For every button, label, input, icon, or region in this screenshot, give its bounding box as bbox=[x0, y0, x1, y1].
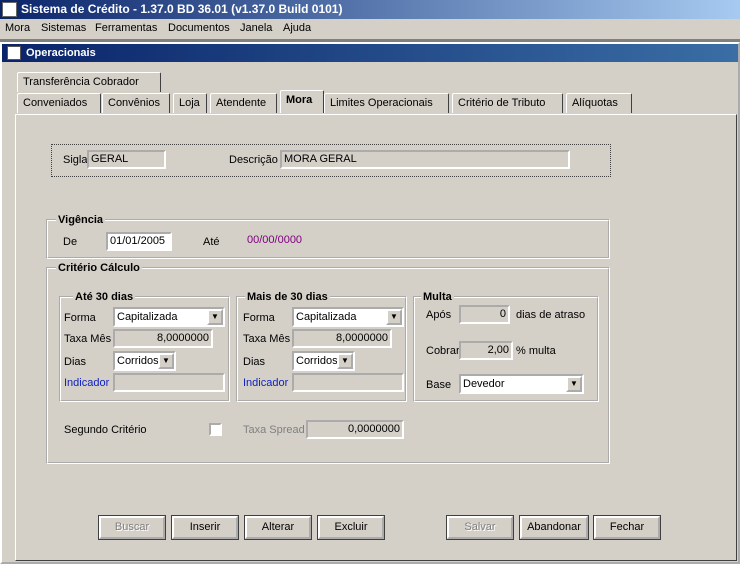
multa-apos-suffix: dias de atraso bbox=[516, 309, 586, 321]
mais30-taxa-field[interactable]: 8,0000000 bbox=[292, 329, 392, 348]
inserir-button[interactable]: Inserir bbox=[171, 515, 239, 540]
ate30-taxa-field[interactable]: 8,0000000 bbox=[113, 329, 213, 348]
menu-ferramentas[interactable]: Ferramentas bbox=[94, 21, 158, 35]
child-window-icon bbox=[7, 46, 21, 60]
de-date-field[interactable]: 01/01/2005 bbox=[106, 232, 172, 251]
mais30-indicador-field[interactable] bbox=[292, 373, 404, 392]
app-title-bar: Sistema de Crédito - 1.37.0 BD 36.01 (v1… bbox=[0, 0, 740, 19]
app-title: Sistema de Crédito - 1.37.0 BD 36.01 (v1… bbox=[21, 2, 343, 16]
ate-date-field[interactable]: 00/00/0000 bbox=[245, 233, 315, 252]
fechar-button[interactable]: Fechar bbox=[593, 515, 661, 540]
excluir-button[interactable]: Excluir bbox=[317, 515, 385, 540]
salvar-button[interactable]: Salvar bbox=[446, 515, 514, 540]
multa-base-value: Devedor bbox=[463, 378, 505, 390]
child-title: Operacionais bbox=[26, 47, 96, 59]
ate-label: Até bbox=[203, 236, 220, 248]
menu-bar: Mora Sistemas Ferramentas Documentos Jan… bbox=[0, 19, 740, 39]
descricao-field[interactable]: MORA GERAL bbox=[280, 150, 570, 169]
ate30-indicador-label[interactable]: Indicador bbox=[64, 376, 109, 390]
chevron-down-icon[interactable]: ▼ bbox=[566, 376, 582, 392]
vigencia-title: Vigência bbox=[56, 214, 106, 226]
abandonar-button[interactable]: Abandonar bbox=[519, 515, 589, 540]
multa-apos-field[interactable]: 0 bbox=[459, 305, 510, 324]
menu-documentos[interactable]: Documentos bbox=[167, 21, 231, 35]
multa-cobrar-label: Cobrar bbox=[426, 345, 460, 357]
mais30-title: Mais de 30 dias bbox=[245, 291, 330, 303]
multa-base-label: Base bbox=[426, 379, 452, 391]
ate30-taxa-label: Taxa Mês bbox=[64, 333, 112, 345]
mais30-forma-select[interactable]: Capitalizada ▼ bbox=[292, 307, 404, 327]
chevron-down-icon[interactable]: ▼ bbox=[207, 309, 223, 325]
criterio-title: Critério Cálculo bbox=[56, 262, 142, 274]
mais30-forma-label: Forma bbox=[243, 312, 275, 324]
chevron-down-icon[interactable]: ▼ bbox=[386, 309, 402, 325]
ate30-dias-value: Corridos bbox=[117, 355, 159, 367]
ate30-title: Até 30 dias bbox=[73, 291, 136, 303]
mais30-taxa-label: Taxa Mês bbox=[243, 333, 291, 345]
chevron-down-icon[interactable]: ▼ bbox=[158, 353, 174, 369]
sigla-field[interactable]: GERAL bbox=[87, 150, 166, 169]
child-title-bar: Operacionais bbox=[2, 44, 738, 62]
alterar-button[interactable]: Alterar bbox=[244, 515, 312, 540]
mais30-dias-value: Corridos bbox=[296, 355, 338, 367]
multa-base-select[interactable]: Devedor ▼ bbox=[459, 374, 584, 394]
tab-limites-operacionais[interactable]: Limites Operacionais bbox=[324, 93, 449, 113]
ate30-indicador-field[interactable] bbox=[113, 373, 225, 392]
ate30-dias-label: Dias bbox=[64, 356, 87, 368]
tab-convenios[interactable]: Convênios bbox=[102, 93, 170, 113]
mais30-dias-select[interactable]: Corridos ▼ bbox=[292, 351, 355, 371]
tab-aliquotas[interactable]: Alíquotas bbox=[566, 93, 632, 113]
taxa-spread-field[interactable]: 0,0000000 bbox=[306, 420, 404, 439]
mais30-indicador-label[interactable]: Indicador bbox=[243, 376, 288, 390]
tab-mora[interactable]: Mora bbox=[280, 90, 324, 113]
taxa-spread-label: Taxa Spread bbox=[243, 424, 305, 436]
sigla-label: Sigla bbox=[63, 154, 88, 166]
tab-atendente[interactable]: Atendente bbox=[210, 93, 277, 113]
buscar-button[interactable]: Buscar bbox=[98, 515, 166, 540]
menu-sistemas[interactable]: Sistemas bbox=[40, 21, 87, 35]
tab-transferencia-cobrador[interactable]: Transferência Cobrador bbox=[17, 72, 161, 92]
ate30-forma-value: Capitalizada bbox=[117, 311, 178, 323]
menu-ajuda[interactable]: Ajuda bbox=[282, 21, 312, 35]
multa-apos-label: Após bbox=[426, 309, 452, 321]
ate30-dias-select[interactable]: Corridos ▼ bbox=[113, 351, 176, 371]
segundo-criterio-label: Segundo Critério bbox=[64, 424, 147, 436]
tab-conveniados[interactable]: Conveniados bbox=[17, 93, 101, 113]
multa-cobrar-field[interactable]: 2,00 bbox=[459, 341, 513, 360]
menu-mora[interactable]: Mora bbox=[4, 21, 31, 35]
multa-cobrar-suffix: % multa bbox=[516, 345, 556, 357]
de-label: De bbox=[63, 236, 78, 248]
tab-criterio-de-tributo[interactable]: Critério de Tributo bbox=[452, 93, 563, 113]
descricao-label: Descrição bbox=[229, 154, 278, 166]
tab-loja[interactable]: Loja bbox=[173, 93, 207, 113]
chevron-down-icon[interactable]: ▼ bbox=[337, 353, 353, 369]
multa-title: Multa bbox=[421, 291, 454, 303]
menu-janela[interactable]: Janela bbox=[239, 21, 273, 35]
segundo-criterio-checkbox[interactable] bbox=[209, 423, 222, 436]
mais30-forma-value: Capitalizada bbox=[296, 311, 357, 323]
ate30-forma-label: Forma bbox=[64, 312, 96, 324]
mais30-dias-label: Dias bbox=[243, 356, 266, 368]
ate30-forma-select[interactable]: Capitalizada ▼ bbox=[113, 307, 225, 327]
app-icon bbox=[2, 2, 17, 17]
